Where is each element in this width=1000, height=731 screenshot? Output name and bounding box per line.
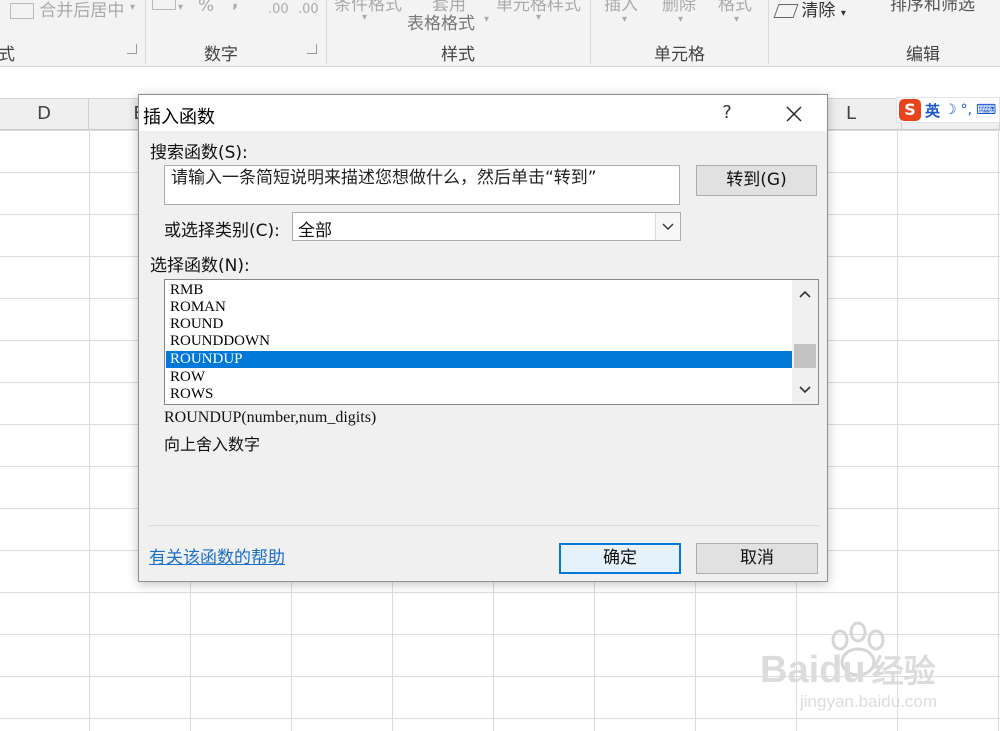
scroll-up-button[interactable] [792,282,818,306]
help-button[interactable]: ? [709,97,745,129]
ime-toolbar[interactable]: S 英 ☽ °, ⌨ [896,97,1000,123]
search-function-input[interactable]: 请输入一条简短说明来描述您想做什么，然后单击“转到” [164,165,680,205]
chevron-down-icon: ▾ [678,14,684,25]
watermark-brand-cn: 经验 [871,653,936,689]
group-separator [326,0,327,64]
group-separator [590,0,591,64]
chevron-down-icon [662,223,674,230]
keyboard-icon[interactable]: ⌨ [976,102,996,118]
dialog-title: 插入函数 [143,107,215,128]
ok-button[interactable]: 确定 [559,543,681,574]
function-list-item[interactable]: RMB [166,282,792,299]
chevron-down-icon: ▾ [130,2,136,13]
chevron-down-icon: ▾ [840,8,846,19]
chevron-down-icon: ▾ [622,14,628,25]
group-separator [145,0,146,64]
chevron-down-icon: ▾ [362,12,368,23]
dialog-titlebar[interactable]: 插入函数 ? [139,95,827,131]
function-list-item[interactable]: ROMAN [166,299,792,316]
alignment-group-label: 式 [0,45,15,65]
number-dialog-launcher[interactable] [307,44,317,54]
category-dropdown-button[interactable] [655,213,680,240]
watermark-brand-2: du [819,649,866,691]
category-selected-value: 全部 [298,221,332,241]
scroll-down-button[interactable] [792,378,818,402]
ribbon: 合并后居中 ▾ ▾ % , .00 .00 条件格式 套用 单元格样式 ▾ 表格… [0,0,1000,67]
editing-group-label: 编辑 [906,45,940,65]
insert-function-dialog: 插入函数 ? 搜索函数(S): 请输入一条简短说明来描述您想做什么，然后单击“转… [138,94,828,582]
comma-style-button[interactable]: , [232,0,238,12]
function-signature: ROUNDUP(number,num_digits) [164,409,377,426]
chevron-down-icon [799,386,811,394]
table-format-button[interactable]: 表格格式 [407,9,475,34]
chevron-down-icon: ▾ [178,2,184,13]
number-group-label: 数字 [204,45,238,65]
function-list-scrollbar[interactable] [792,280,818,404]
merge-icon [10,3,34,19]
function-description: 向上舍入数字 [164,435,261,454]
column-header-d[interactable]: D [0,99,89,129]
insert-cells-button[interactable]: 插入 [604,0,638,15]
punctuation-icon[interactable]: °, [961,102,972,118]
cells-group-label: 单元格 [654,45,705,65]
function-help-link[interactable]: 有关该函数的帮助 [149,543,285,568]
ime-language-toggle[interactable]: 英 [925,100,940,121]
eraser-icon [773,4,799,18]
chevron-down-icon: ▾ [734,14,740,25]
sogou-logo-icon[interactable]: S [899,99,921,121]
alignment-dialog-launcher[interactable] [127,44,137,54]
percent-style-button[interactable]: % [198,0,214,16]
function-list-item[interactable]: ROUND [166,316,792,333]
function-list-item[interactable]: ROUNDDOWN [166,333,792,350]
accounting-format-icon[interactable] [152,0,176,15]
conditional-format-button[interactable]: 条件格式 [334,0,402,15]
close-button[interactable] [771,97,817,129]
function-list-item-selected[interactable]: ROUNDUP [166,351,792,368]
delete-cells-button[interactable]: 删除 [662,0,696,15]
baidu-watermark: Baidu 经验 jingyan.baidu.com [760,620,990,720]
format-cells-button[interactable]: 格式 [718,0,752,15]
function-listbox[interactable]: RMB ROMAN ROUND ROUNDDOWN ROUNDUP ROW RO… [164,279,819,405]
function-list-item[interactable]: ROW [166,369,792,386]
close-icon [786,106,802,121]
watermark-url: jingyan.baidu.com [800,692,938,711]
select-function-label: 选择函数(N): [150,256,250,276]
watermark-brand: Bai [760,649,820,691]
clear-button[interactable]: 清除 ▾ [773,0,846,21]
chevron-down-icon: ▾ [484,14,490,25]
moon-icon[interactable]: ☽ [944,102,957,118]
sort-filter-button[interactable]: 排序和筛选 [890,0,975,15]
search-function-label: 搜索函数(S): [150,143,248,163]
category-select[interactable]: 全部 [292,212,681,241]
group-separator [768,0,769,64]
chevron-down-icon: ▾ [536,12,542,23]
merge-center-button[interactable]: 合并后居中 [10,0,124,21]
category-label: 或选择类别(C): [164,221,280,241]
decrease-decimal-button[interactable]: .00 [298,2,319,17]
styles-group-label: 样式 [441,45,475,65]
dialog-divider [149,525,819,526]
increase-decimal-button[interactable]: .00 [268,2,289,17]
function-list-item[interactable]: ROWS [166,386,792,403]
chevron-up-icon [799,290,811,298]
goto-button[interactable]: 转到(G) [696,165,817,196]
cancel-button[interactable]: 取消 [696,543,818,574]
scrollbar-thumb[interactable] [794,344,816,368]
